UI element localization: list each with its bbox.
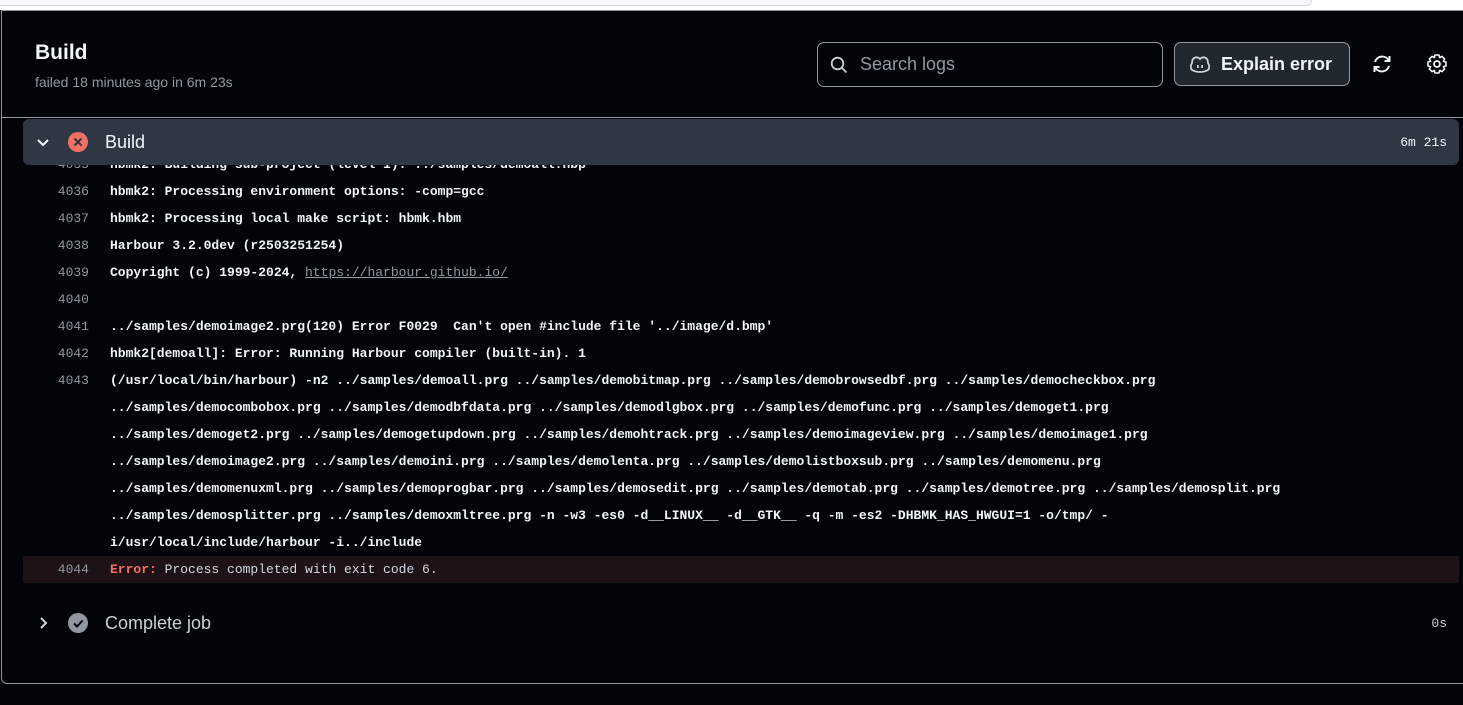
step-complete-job[interactable]: Complete job 0s bbox=[23, 605, 1459, 641]
line-number[interactable]: 4038 bbox=[23, 238, 89, 253]
log-line: 4038 Harbour 3.2.0dev (r2503251254) bbox=[23, 232, 1459, 259]
log-text: (/usr/local/bin/harbour) -n2 ../samples/… bbox=[110, 373, 1156, 388]
log-text: i/usr/local/include/harbour -i../include bbox=[110, 535, 423, 550]
log-line-wrap: ../samples/democombobox.prg ../samples/d… bbox=[23, 394, 1459, 421]
log-text: hbmk2: Processing environment options: -… bbox=[110, 184, 485, 199]
log-text: Error: Process completed with exit code … bbox=[110, 562, 438, 577]
gear-icon[interactable] bbox=[1426, 53, 1448, 75]
line-number[interactable]: 4042 bbox=[23, 346, 89, 361]
log-line: 4043 (/usr/local/bin/harbour) -n2 ../samp… bbox=[23, 367, 1459, 394]
step-duration: 0s bbox=[1431, 615, 1447, 631]
log-line: 4039 Copyright (c) 1999-2024, https://har… bbox=[23, 259, 1459, 286]
explain-error-button[interactable]: Explain error bbox=[1174, 42, 1350, 86]
log-line-wrap: ../samples/demoget2.prg ../samples/demog… bbox=[23, 421, 1459, 448]
line-number[interactable]: 4036 bbox=[23, 184, 89, 199]
log-text: ../samples/demomenuxml.prg ../samples/de… bbox=[110, 481, 1281, 496]
line-number[interactable]: 4037 bbox=[23, 211, 89, 226]
check-circle-icon bbox=[68, 613, 88, 633]
step-name: Complete job bbox=[105, 612, 212, 633]
log-line: 4040 bbox=[23, 286, 1459, 313]
log-text: ../samples/demoget2.prg ../samples/demog… bbox=[110, 427, 1148, 442]
log-text: hbmk2[demoall]: Error: Running Harbour c… bbox=[110, 346, 586, 361]
log-line-wrap: ../samples/demomenuxml.prg ../samples/de… bbox=[23, 475, 1459, 502]
step-name: Build bbox=[105, 131, 146, 152]
log-line: 4036 hbmk2: Processing environment option… bbox=[23, 178, 1459, 205]
log-output: 4035hbmk2: Building sub-project (level 1… bbox=[23, 151, 1459, 583]
browser-tab-edge bbox=[0, 0, 1312, 6]
log-line: 4041 ../samples/demoimage2.prg(120) Error… bbox=[23, 313, 1459, 340]
log-text: ../samples/demoimage2.prg(120) Error F00… bbox=[110, 319, 774, 334]
log-text: hbmk2: Processing local make script: hbm… bbox=[110, 211, 462, 226]
explain-error-label: Explain error bbox=[1221, 53, 1333, 74]
chevron-down-icon[interactable] bbox=[35, 134, 51, 150]
job-subtitle: failed 18 minutes ago in 6m 23s bbox=[35, 74, 233, 90]
log-text: ../samples/democombobox.prg ../samples/d… bbox=[110, 400, 1109, 415]
line-number[interactable]: 4044 bbox=[23, 562, 89, 577]
step-duration: 6m 21s bbox=[1400, 134, 1447, 150]
search-placeholder: Search logs bbox=[860, 54, 956, 74]
search-icon bbox=[830, 56, 848, 73]
copyright-text: Copyright (c) 1999-2024, bbox=[110, 265, 306, 280]
search-logs-input[interactable]: Search logs bbox=[817, 42, 1163, 87]
log-text: ../samples/demoimage2.prg ../samples/dem… bbox=[110, 454, 1101, 469]
browser-strip bbox=[0, 0, 1463, 10]
log-line: 4042 hbmk2[demoall]: Error: Running Harbo… bbox=[23, 340, 1459, 367]
log-line-error: 4044 Error: Process completed with exit c… bbox=[23, 556, 1459, 583]
line-number[interactable]: 4040 bbox=[23, 292, 89, 307]
log-line-wrap: ../samples/demosplitter.prg ../samples/d… bbox=[23, 502, 1459, 529]
harbour-link[interactable]: https://harbour.github.io/ bbox=[305, 265, 508, 280]
chevron-right-icon[interactable] bbox=[35, 615, 51, 631]
copilot-icon bbox=[1190, 56, 1210, 73]
error-keyword: Error: bbox=[110, 562, 157, 577]
job-header: Build failed 18 minutes ago in 6m 23s Se… bbox=[2, 11, 1463, 118]
error-message: Process completed with exit code 6. bbox=[156, 562, 438, 577]
line-number[interactable]: 4041 bbox=[23, 319, 89, 334]
failed-icon bbox=[68, 132, 88, 152]
log-line-wrap: i/usr/local/include/harbour -i../include bbox=[23, 529, 1459, 556]
log-text: Harbour 3.2.0dev (r2503251254) bbox=[110, 238, 345, 253]
step-build[interactable]: Build 6m 21s bbox=[23, 119, 1459, 165]
log-text: ../samples/demosplitter.prg ../samples/d… bbox=[110, 508, 1109, 523]
job-title: Build bbox=[35, 41, 88, 64]
log-line-wrap: ../samples/demoimage2.prg ../samples/dem… bbox=[23, 448, 1459, 475]
log-line: 4037 hbmk2: Processing local make script:… bbox=[23, 205, 1459, 232]
line-number[interactable]: 4043 bbox=[23, 373, 89, 388]
log-text: Copyright (c) 1999-2024, https://harbour… bbox=[110, 265, 508, 280]
refresh-icon[interactable] bbox=[1371, 53, 1393, 75]
line-number[interactable]: 4039 bbox=[23, 265, 89, 280]
